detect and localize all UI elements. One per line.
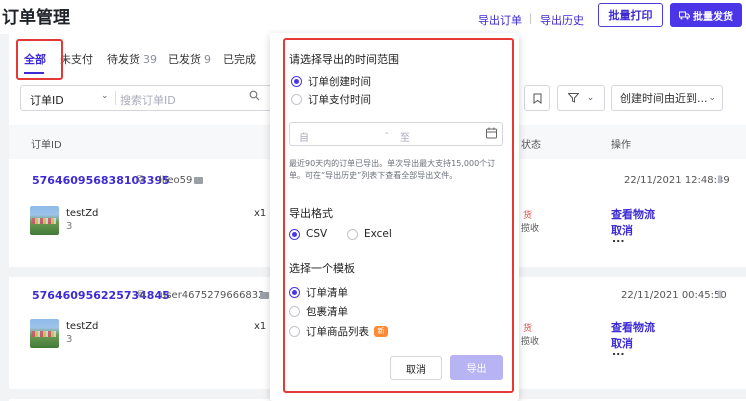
sort-select[interactable]: 创建时间由近到... ⌄ — [611, 85, 723, 111]
tab-unpaid[interactable]: 未支付 — [60, 51, 93, 67]
view-logistics-link[interactable]: 查看物流 — [611, 206, 655, 222]
chevron-down-icon: ⌄ — [708, 93, 716, 103]
col-actions: 操作 — [611, 140, 631, 151]
truck-icon — [679, 11, 690, 19]
product-thumbnail — [30, 319, 59, 348]
status-sub: 揽收 — [521, 337, 540, 347]
export-history-link[interactable]: 导出历史 — [540, 12, 584, 28]
tab-label: 未支付 — [60, 53, 93, 66]
buyer-name: user4675279666832 — [160, 290, 265, 301]
order-id-link[interactable]: 576460956838103395 — [32, 174, 170, 187]
panel-highlight-box — [283, 38, 514, 393]
export-orders-link[interactable]: 导出订单 — [478, 12, 522, 28]
header-divider — [530, 13, 531, 24]
sort-label: 创建时间由近到... — [620, 92, 708, 105]
tab-shipped[interactable]: 已发货 9 — [168, 51, 211, 67]
col-order-id: 订单ID — [31, 140, 62, 151]
order-date: 22/11/2021 12:48:39 — [624, 175, 730, 186]
bookmark-icon — [533, 93, 541, 104]
product-quantity: x1 — [254, 321, 267, 332]
filter-button[interactable]: ⌄ — [557, 85, 605, 111]
more-actions-button[interactable]: ... — [612, 232, 625, 245]
chevron-down-icon[interactable]: ⌄ — [101, 91, 109, 101]
bookmark-icon[interactable]: ▮ — [717, 289, 723, 300]
tab-label: 已完成 — [223, 53, 256, 66]
search-field-select[interactable]: 订单ID — [30, 92, 64, 108]
order-date: 22/11/2021 00:45:50 — [621, 290, 727, 301]
bookmark-filter-button[interactable] — [524, 85, 550, 111]
batch-ship-button[interactable]: 批量发货 — [670, 3, 742, 27]
tab-completed[interactable]: 已完成 — [223, 51, 256, 67]
copy-icon[interactable]: ⧉ — [138, 289, 145, 300]
status-badge: 货 — [523, 324, 533, 334]
status-sub: 揽收 — [521, 224, 540, 234]
product-sku: 3 — [66, 334, 73, 345]
tab-label: 待发货 — [107, 53, 140, 66]
batch-print-button[interactable]: 批量打印 — [598, 3, 663, 27]
view-logistics-link[interactable]: 查看物流 — [611, 319, 655, 335]
more-actions-button[interactable]: ... — [612, 345, 625, 358]
page-header: 订单管理 导出订单 导出历史 批量打印 批量发货 — [0, 0, 746, 34]
chevron-down-icon: ⌄ — [586, 93, 595, 103]
tab-label: 已发货 — [168, 53, 201, 66]
search-bar: 订单ID ⌄ 搜索订单ID — [20, 85, 272, 111]
batch-ship-label: 批量发货 — [693, 11, 733, 23]
product-thumbnail — [30, 206, 59, 235]
status-badge: 货 — [523, 211, 533, 221]
chat-icon[interactable] — [260, 292, 269, 299]
tab-count: 39 — [143, 53, 157, 66]
bookmark-icon[interactable]: ▮ — [717, 174, 723, 185]
buyer-name: llleo59 — [159, 175, 193, 186]
tab-highlight-box — [16, 39, 63, 80]
product-name: testZd — [66, 208, 99, 219]
search-icon[interactable] — [249, 90, 260, 104]
col-status: 状态 — [521, 140, 541, 151]
order-id-link[interactable]: 576460956225734845 — [32, 289, 170, 302]
chat-icon[interactable] — [194, 177, 203, 184]
funnel-icon — [567, 93, 579, 103]
product-name: testZd — [66, 321, 99, 332]
copy-icon[interactable]: ⧉ — [137, 174, 144, 185]
tab-count: 9 — [204, 53, 211, 66]
tab-to-ship[interactable]: 待发货 39 — [107, 51, 157, 67]
product-sku: 3 — [66, 221, 73, 232]
search-input[interactable]: 搜索订单ID — [120, 92, 176, 108]
page-title: 订单管理 — [2, 8, 70, 28]
product-quantity: x1 — [254, 208, 267, 219]
search-divider — [115, 91, 116, 105]
